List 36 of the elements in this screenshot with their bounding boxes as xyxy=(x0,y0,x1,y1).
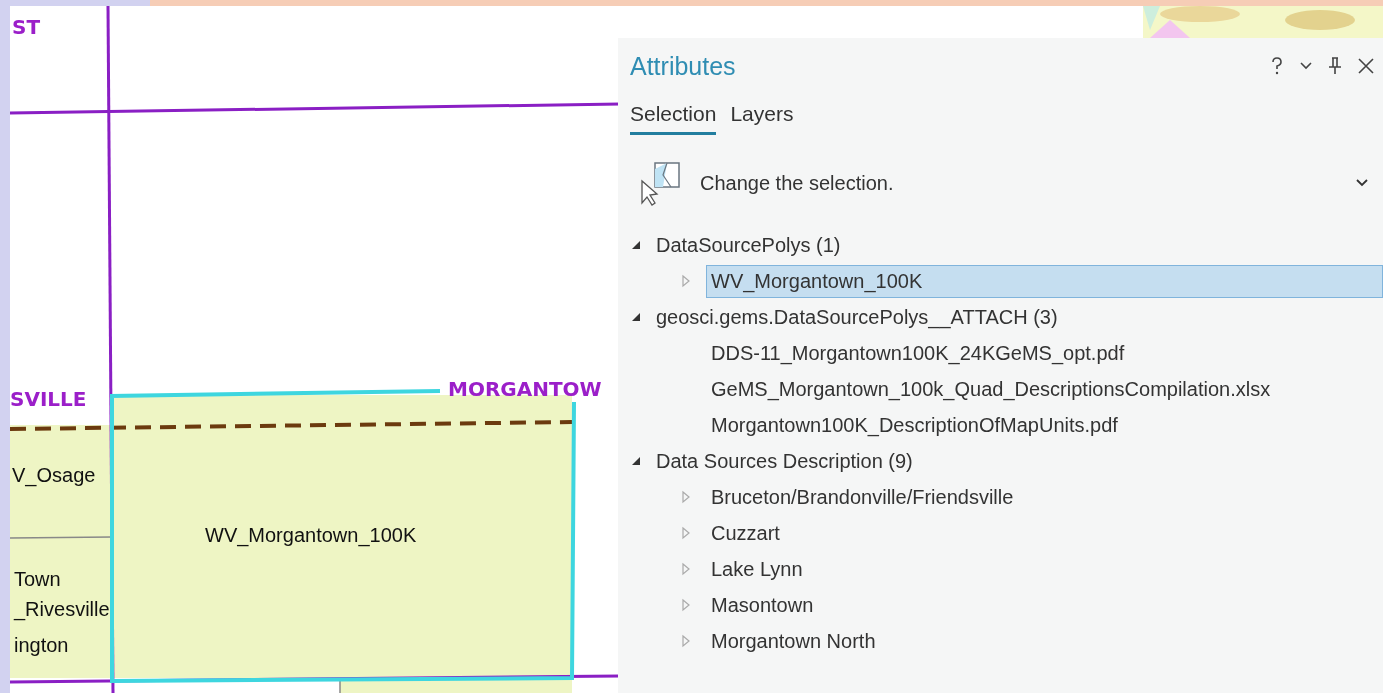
tree-item[interactable]: Lake Lynn xyxy=(706,552,1383,586)
chevron-down-icon[interactable] xyxy=(1299,61,1313,71)
tree-group-label: geosci.gems.DataSourcePolys__ATTACH (3) xyxy=(656,305,1058,329)
map-label: Town xyxy=(14,568,61,590)
map-label: SVILLE xyxy=(10,387,87,411)
map-label: ST xyxy=(12,15,41,39)
tree-item[interactable]: Bruceton/Brandonville/Friendsville xyxy=(706,480,1383,514)
tree-item[interactable]: Cuzzart xyxy=(706,516,1383,550)
expanded-triangle-icon[interactable] xyxy=(630,311,642,323)
tree-group[interactable]: geosci.gems.DataSourcePolys__ATTACH (3) xyxy=(630,299,1383,335)
map-label: _Rivesville xyxy=(14,598,110,620)
panel-tab[interactable]: Layers xyxy=(730,102,794,135)
tree-item[interactable]: Masontown xyxy=(706,588,1383,622)
tree-group-label: Data Sources Description (9) xyxy=(656,449,913,473)
tree-group[interactable]: DataSourcePolys (1) xyxy=(630,227,1383,263)
expanded-triangle-icon[interactable] xyxy=(630,455,642,467)
panel-tab[interactable]: Selection xyxy=(630,102,717,135)
panel-title: Attributes xyxy=(630,51,736,81)
tool-label: Change the selection. xyxy=(700,171,894,195)
polygon-border-line xyxy=(339,679,341,693)
close-icon[interactable] xyxy=(1357,57,1375,75)
map-label: V_Osage xyxy=(12,464,96,486)
tree-item[interactable]: GeMS_Morgantown_100k_Quad_DescriptionsCompilation.xlsx xyxy=(706,372,1383,406)
map-label: MORGANTOW xyxy=(448,377,602,401)
tree-group-label: DataSourcePolys (1) xyxy=(656,233,841,257)
map-label: WV_Morgantown_100K xyxy=(205,524,417,546)
tree-item[interactable]: Morgantown North xyxy=(706,624,1383,658)
expanded-triangle-icon[interactable] xyxy=(630,239,642,251)
tree-item[interactable]: WV_Morgantown_100K xyxy=(706,264,1383,298)
tree-group[interactable]: Data Sources Description (9) xyxy=(630,443,1383,479)
tree-item[interactable]: Morgantown100K_DescriptionOfMapUnits.pdf xyxy=(706,408,1383,442)
tree-item[interactable]: DDS-11_Morgantown100K_24KGeMS_opt.pdf xyxy=(706,336,1383,370)
chevron-down-icon[interactable] xyxy=(1355,178,1369,188)
pin-icon[interactable] xyxy=(1328,57,1342,75)
help-icon[interactable] xyxy=(1270,57,1284,75)
map-label: ington xyxy=(14,634,69,656)
